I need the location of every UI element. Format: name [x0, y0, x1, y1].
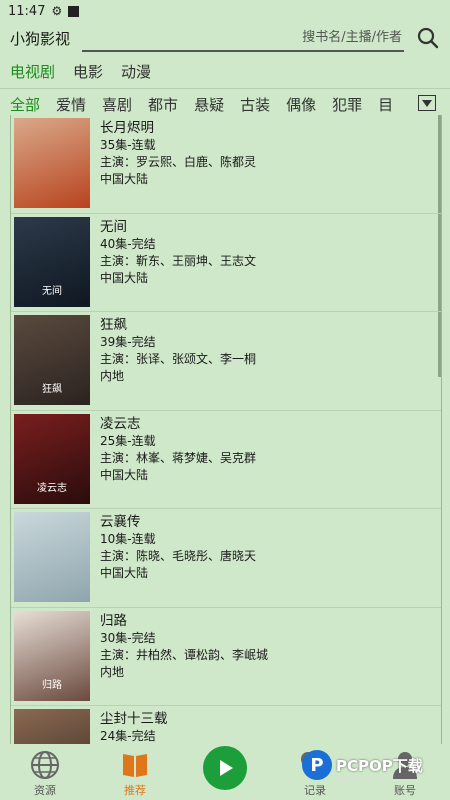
show-title: 长月烬明 — [100, 120, 154, 136]
category-crime[interactable]: 犯罪 — [332, 94, 362, 115]
show-episodes: 25集-连载 — [100, 433, 156, 448]
nav-resources-label: 资源 — [34, 784, 56, 797]
poster-image[interactable] — [14, 512, 90, 602]
show-cast: 主演：张译、张颂文、李一桐 — [100, 352, 257, 366]
show-episodes: 39集-完结 — [100, 335, 156, 349]
gear-icon: ⚙ — [51, 4, 63, 18]
type-tabs: 电视剧 电影 动漫 — [0, 54, 450, 88]
show-title: 凌云志 — [100, 415, 141, 432]
list-item[interactable]: 归路 归路 30集-完结 主演：井柏然、谭松韵、李岷城 内地 — [11, 608, 441, 706]
poster-title: 狂飙 — [42, 384, 62, 395]
book-icon — [120, 748, 150, 782]
show-region: 内地 — [100, 369, 125, 383]
show-title: 归路 — [100, 612, 127, 629]
show-episodes: 35集-连载 — [100, 138, 156, 152]
poster-image[interactable] — [14, 709, 90, 745]
poster-image[interactable]: 狂飙 — [14, 315, 90, 405]
app-title: 小狗影视 — [10, 29, 71, 48]
poster-title: 凌云志 — [37, 482, 67, 494]
show-info: 归路 30集-完结主演：井柏然、谭松韵、李岷城 内地 — [90, 611, 268, 706]
nav-recommend[interactable]: 推荐 — [105, 744, 165, 798]
tab-tv[interactable]: 电视剧 — [10, 61, 55, 82]
list-item[interactable]: 凌云志 凌云志 25集-连载 主演：林峯、蒋梦婕、吴克群 中国大陆 — [11, 411, 441, 509]
show-region: 中国大陆 — [100, 270, 149, 285]
status-bar: 11:47 ⚙ — [0, 0, 450, 22]
nav-recommend-label: 推荐 — [124, 784, 146, 797]
show-info: 云襄传 10集-连载主演：陈晓、毛晓彤、唐晓天 中国大陆 — [90, 512, 256, 607]
search-icon[interactable] — [416, 26, 440, 50]
poster-image[interactable] — [14, 118, 90, 208]
nav-play[interactable] — [195, 744, 255, 790]
show-region: 内地 — [100, 664, 125, 679]
category-comedy[interactable]: 喜剧 — [102, 94, 132, 115]
show-info: 尘封十三载 24集-完结 — [90, 709, 168, 745]
show-info: 无间 40集-完结主演：靳东、王丽坤、王志文 中国大陆 — [90, 217, 256, 312]
status-time: 11:47 — [8, 3, 46, 19]
show-episodes: 24集-完结 — [100, 729, 156, 743]
poster-title: 归路 — [42, 679, 62, 691]
list-item[interactable]: 长月烬明 35集-连载主演：罗云熙、白鹿、陈都灵 中国大陆 — [11, 115, 441, 214]
category-all[interactable]: 全部 — [10, 94, 40, 115]
category-idol[interactable]: 偶像 — [286, 94, 316, 115]
show-region: 中国大陆 — [100, 467, 149, 482]
nav-resources[interactable]: 资源 — [15, 744, 75, 798]
category-costume[interactable]: 古装 — [240, 94, 270, 115]
show-episodes: 30集-完结 — [100, 630, 156, 645]
globe-icon — [29, 748, 61, 782]
category-dropdown-icon[interactable] — [418, 95, 436, 111]
category-suspense[interactable]: 悬疑 — [194, 94, 224, 115]
tab-anime[interactable]: 动漫 — [121, 61, 151, 82]
show-title: 无间 — [100, 218, 127, 235]
watermark-logo: P — [302, 750, 332, 780]
show-title: 云襄传 — [100, 514, 141, 530]
poster-title: 无间 — [42, 285, 62, 297]
watermark-text: PCPOP下载 — [336, 756, 423, 775]
show-cast: 主演：井柏然、谭松韵、李岷城 — [100, 647, 269, 662]
search-bar[interactable] — [82, 24, 404, 52]
app-header: 小狗影视 — [0, 22, 450, 54]
nav-account-label: 账号 — [394, 784, 416, 797]
category-urban[interactable]: 都市 — [148, 94, 178, 115]
list-item[interactable]: 无间 无间 40集-完结 主演：靳东、王丽坤、王志文 中国大陆 — [11, 214, 441, 312]
poster-image[interactable]: 无间 — [14, 216, 90, 307]
list-item[interactable]: 云襄传 10集-连载主演：陈晓、毛晓彤、唐晓天 中国大陆 — [11, 509, 441, 608]
tab-movie[interactable]: 电影 — [73, 61, 103, 82]
search-input[interactable] — [82, 24, 404, 50]
play-icon[interactable] — [203, 746, 247, 790]
category-romance[interactable]: 爱情 — [56, 94, 86, 115]
notification-icon — [68, 5, 80, 17]
show-title: 狂飙 — [100, 317, 127, 333]
nav-history-label: 记录 — [304, 784, 326, 797]
show-episodes: 10集-连载 — [100, 532, 156, 546]
show-info: 长月烬明 35集-连载主演：罗云熙、白鹿、陈都灵 中国大陆 — [90, 118, 256, 213]
watermark: P PCPOP下载 PCPOP Download — [302, 750, 423, 784]
show-list[interactable]: 长月烬明 35集-连载 主演：罗云熙、白鹿、陈都灵 中国大陆 无间 无间 40集-完结 主演：… — [10, 115, 442, 745]
list-item[interactable]: 尘封十三载 24集-完结 — [11, 706, 441, 745]
show-region: 中国大陆 — [100, 172, 149, 186]
show-episodes: 40集-完结 — [100, 236, 156, 251]
show-cast: 主演：罗云熙、白鹿、陈都灵 — [100, 155, 257, 169]
poster-image[interactable]: 凌云志 — [14, 413, 90, 504]
poster-image[interactable]: 归路 — [14, 610, 90, 701]
show-info: 狂飙 39集-完结主演：张译、张颂文、李一桐 内地 — [90, 315, 256, 410]
show-title: 尘封十三载 — [100, 711, 168, 727]
watermark-subtext: PCPOP Download — [336, 777, 388, 784]
show-cast: 主演：靳东、王丽坤、王志文 — [100, 253, 257, 268]
show-region: 中国大陆 — [100, 566, 149, 580]
category-more[interactable]: 目 — [378, 94, 393, 115]
list-item[interactable]: 狂飙 狂飙 39集-完结 主演：张译、张颂文、李一桐 内地 — [11, 312, 441, 411]
show-info: 凌云志 25集-连载主演：林峯、蒋梦婕、吴克群 中国大陆 — [90, 414, 256, 509]
show-cast: 主演：林峯、蒋梦婕、吴克群 — [100, 450, 257, 465]
show-cast: 主演：陈晓、毛晓彤、唐晓天 — [100, 549, 257, 563]
